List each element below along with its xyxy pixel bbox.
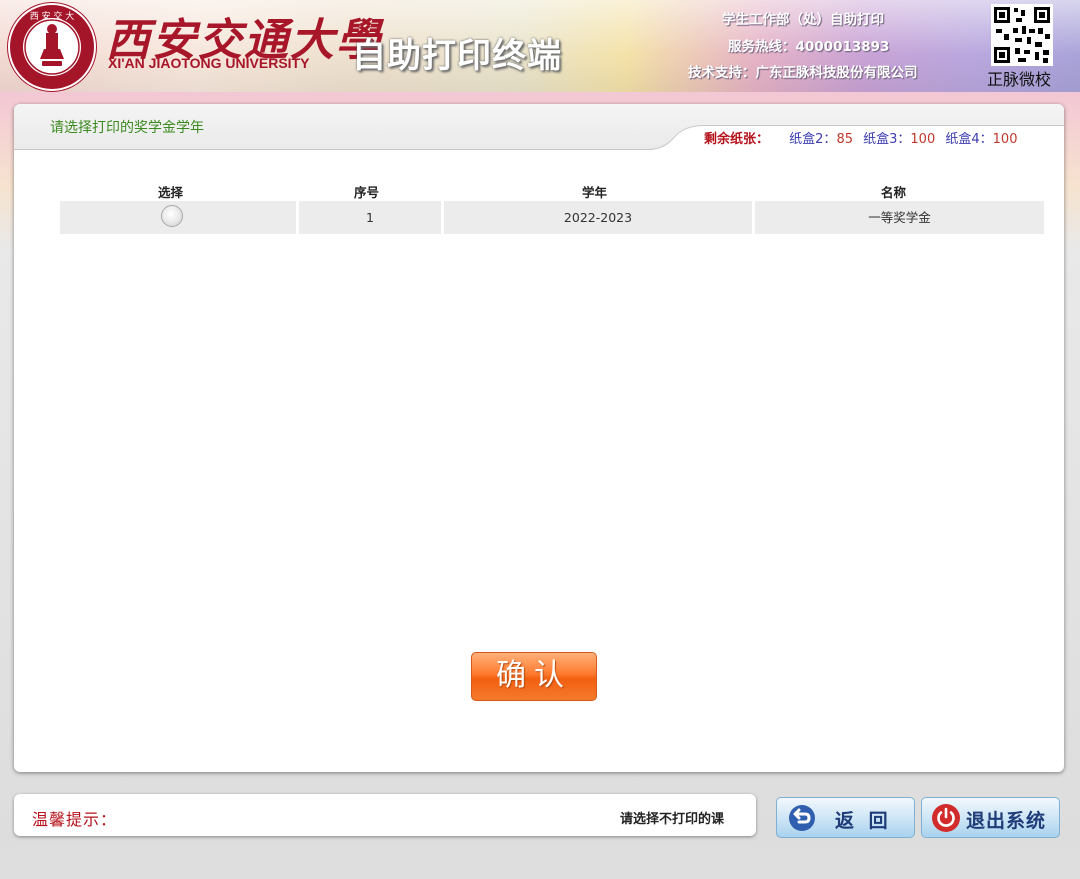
tray-name: 纸盒3： (863, 132, 911, 147)
svg-text:西 安 交 大: 西 安 交 大 (30, 10, 75, 22)
university-name-en: XI'AN JIAOTONG UNIVERSITY (108, 55, 310, 71)
select-radio[interactable] (161, 205, 183, 227)
tray-count: 100 (910, 132, 936, 147)
terminal-title: 自助打印终端 (352, 36, 562, 76)
tray-name: 纸盒4： (945, 132, 993, 147)
qr-code-icon (991, 4, 1053, 66)
name-cell: 一等奖学金 (755, 201, 1044, 234)
tray-name: 纸盒2： (789, 132, 837, 147)
confirm-button[interactable]: 确认 (471, 652, 597, 701)
back-button-label: 返 回 (835, 810, 892, 832)
paper-remaining-info: 剩余纸张： 纸盒2：85 纸盒3：100 纸盒4：100 (704, 128, 1017, 147)
table-row[interactable]: 1 2022-2023 一等奖学金 (60, 201, 1044, 234)
exit-button-label: 退出系统 (966, 810, 1047, 832)
footer-background (0, 846, 1080, 879)
support-text: 技术支持：广东正脉科技股份有限公司 (688, 65, 918, 81)
tray-count: 85 (836, 132, 853, 147)
column-header-index: 序号 (354, 185, 380, 200)
qr-label: 正脉微校 (987, 70, 1052, 89)
university-seal-icon: 西 安 交 大 (8, 3, 96, 91)
exit-button[interactable]: 退出系统 (921, 797, 1060, 838)
column-header-select: 选择 (158, 185, 184, 200)
year-cell: 2022-2023 (444, 201, 752, 234)
column-header-year: 学年 (582, 185, 608, 200)
header-banner: 西 安 交 大 西安交通大學 XI'AN JIAOTONG UNIVERSITY… (0, 0, 1080, 92)
tip-text: 请选择不打印的课 (620, 812, 725, 827)
hotline-text: 服务热线：4000013893 (728, 39, 890, 55)
select-cell[interactable] (60, 201, 296, 234)
power-icon (932, 804, 960, 832)
back-arrow-icon (789, 805, 815, 831)
paper-remaining-label: 剩余纸张： (704, 132, 770, 147)
column-header-name: 名称 (881, 185, 907, 200)
department-text: 学生工作部（处）自助打印 (722, 12, 884, 28)
tray-count: 100 (992, 132, 1018, 147)
index-cell: 1 (299, 201, 441, 234)
page-prompt: 请选择打印的奖学金学年 (50, 120, 204, 136)
tip-label: 温馨提示： (32, 810, 118, 829)
back-button[interactable]: 返 回 (776, 797, 915, 838)
